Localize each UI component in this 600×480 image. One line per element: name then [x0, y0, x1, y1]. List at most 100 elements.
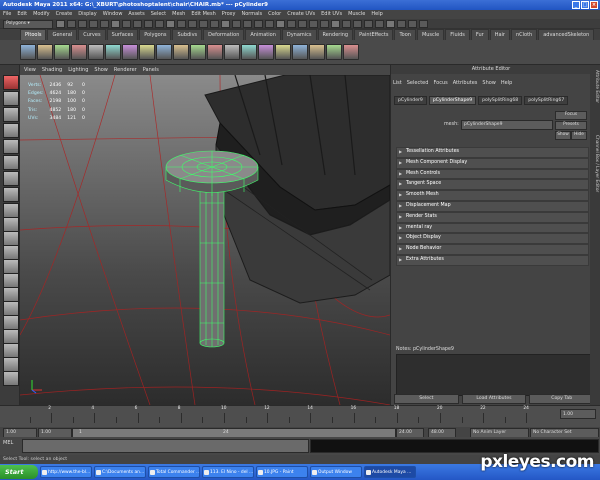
- menu-muscle[interactable]: Muscle: [348, 10, 365, 19]
- layout-four-icon[interactable]: [3, 231, 19, 246]
- taskbar-item-4[interactable]: 113. El Nino - del ...: [202, 466, 254, 478]
- viewport-menu-lighting[interactable]: Lighting: [68, 65, 88, 75]
- status-tool-icon[interactable]: [254, 20, 263, 28]
- status-tool-icon[interactable]: [287, 20, 296, 28]
- shelf-tool-icon[interactable]: [343, 44, 359, 60]
- shelf-tool-icon[interactable]: [20, 44, 36, 60]
- status-tool-icon[interactable]: [265, 20, 274, 28]
- status-tool-icon[interactable]: [144, 20, 153, 28]
- menu-proxy[interactable]: Proxy: [222, 10, 236, 19]
- close-icon[interactable]: ×: [590, 1, 598, 9]
- status-tool-icon[interactable]: [100, 20, 109, 28]
- ae-tab-pcylinder9[interactable]: pCylinder9: [394, 96, 427, 105]
- layout-outliner-icon[interactable]: [3, 273, 19, 288]
- perspective-viewport[interactable]: Verts: 2436 92 0 Edges: 4624 180 0 Faces: 2198 100…: [20, 75, 390, 405]
- section-smooth-mesh[interactable]: Smooth Mesh: [396, 190, 589, 201]
- viewport-menu-panels[interactable]: Panels: [143, 65, 159, 75]
- menu-edit-uvs[interactable]: Edit UVs: [321, 10, 342, 19]
- status-tool-icon[interactable]: [155, 20, 164, 28]
- time-slider[interactable]: 1.00 2 4 6 8 10 12 14 16 18 20 22 24: [0, 405, 600, 427]
- status-tool-icon[interactable]: [166, 20, 175, 28]
- maximize-icon[interactable]: □: [581, 1, 589, 9]
- section-node-behavior[interactable]: Node Behavior: [396, 244, 589, 255]
- shelf-tab-polygons[interactable]: Polygons: [139, 29, 172, 40]
- ae-menu-attributes[interactable]: Attributes: [453, 80, 478, 86]
- shelf-tool-icon[interactable]: [326, 44, 342, 60]
- ae-menu-focus[interactable]: Focus: [433, 80, 447, 86]
- section-render-stats[interactable]: Render Stats: [396, 211, 589, 223]
- shelf-tab-general[interactable]: General: [47, 29, 78, 40]
- status-tool-icon[interactable]: [243, 20, 252, 28]
- minimize-icon[interactable]: _: [572, 1, 580, 9]
- status-tool-icon[interactable]: [408, 20, 417, 28]
- presets-button[interactable]: Presets: [555, 121, 587, 130]
- ae-tab-polysplitring67[interactable]: polySplitRing67: [524, 96, 569, 105]
- shelf-tool-icon[interactable]: [190, 44, 206, 60]
- notes-textbox[interactable]: [396, 354, 591, 396]
- side-tab-attribute-editor[interactable]: Attribute Editor: [591, 70, 599, 103]
- menu-display[interactable]: Display: [78, 10, 96, 19]
- taskbar-item-3[interactable]: Total Commander ...: [148, 466, 200, 478]
- select-tool-icon[interactable]: [3, 75, 19, 90]
- shelf-tab-hair[interactable]: Hair: [489, 29, 510, 40]
- taskbar-item-5[interactable]: 10.JPG - Paint: [256, 466, 308, 478]
- side-tab-channel-box[interactable]: Channel Box / Layer Editor: [591, 135, 599, 192]
- status-tool-icon[interactable]: [210, 20, 219, 28]
- soft-mod-icon[interactable]: [3, 187, 19, 202]
- shelf-tool-icon[interactable]: [122, 44, 138, 60]
- status-tool-icon[interactable]: [320, 20, 329, 28]
- menu-set-dropdown[interactable]: Polygons ▾: [3, 20, 53, 29]
- status-tool-icon[interactable]: [221, 20, 230, 28]
- shelf-tool-icon[interactable]: [207, 44, 223, 60]
- shelf-tab-surfaces[interactable]: Surfaces: [106, 29, 139, 40]
- status-tool-icon[interactable]: [375, 20, 384, 28]
- viewport-menu-shading[interactable]: Shading: [42, 65, 62, 75]
- ae-tab-polysplitring68[interactable]: polySplitRing68: [478, 96, 523, 105]
- shelf-tool-icon[interactable]: [37, 44, 53, 60]
- shelf-tool-icon[interactable]: [292, 44, 308, 60]
- viewport-menu-view[interactable]: View: [24, 65, 36, 75]
- viewport-menu-show[interactable]: Show: [94, 65, 108, 75]
- taskbar-item-6[interactable]: Output Window: [310, 466, 362, 478]
- menu-window[interactable]: Window: [103, 10, 123, 19]
- paint-select-icon[interactable]: [3, 107, 19, 122]
- menu-color[interactable]: Color: [268, 10, 281, 19]
- menu-mesh[interactable]: Mesh: [172, 10, 185, 19]
- focus-button[interactable]: Focus: [555, 111, 587, 120]
- status-tool-icon[interactable]: [188, 20, 197, 28]
- shelf-tab-advancedskeleton[interactable]: advancedSkeleton: [538, 29, 595, 40]
- ae-tab-pcylindershape9[interactable]: pCylinderShape9: [428, 96, 477, 105]
- rotate-tool-icon[interactable]: [3, 139, 19, 154]
- status-tool-icon[interactable]: [67, 20, 76, 28]
- layout-graph-icon[interactable]: [3, 287, 19, 302]
- status-tool-icon[interactable]: [364, 20, 373, 28]
- shelf-tool-icon[interactable]: [275, 44, 291, 60]
- shelf-tool-icon[interactable]: [258, 44, 274, 60]
- menu-select[interactable]: Select: [151, 10, 166, 19]
- status-tool-icon[interactable]: [386, 20, 395, 28]
- layout-custom-icon[interactable]: [3, 357, 19, 372]
- status-tool-icon[interactable]: [298, 20, 307, 28]
- shelf-tab-painteffects[interactable]: PaintEffects: [354, 29, 394, 40]
- status-tool-icon[interactable]: [56, 20, 65, 28]
- status-tool-icon[interactable]: [419, 20, 428, 28]
- status-tool-icon[interactable]: [276, 20, 285, 28]
- layout-side-icon[interactable]: [3, 245, 19, 260]
- section-object-display[interactable]: Object Display: [396, 233, 589, 245]
- shelf-tool-icon[interactable]: [105, 44, 121, 60]
- status-tool-icon[interactable]: [309, 20, 318, 28]
- shelf-tab-ncloth[interactable]: nCloth: [510, 29, 538, 40]
- taskbar-item-7[interactable]: Autodesk Maya ...: [364, 466, 416, 478]
- menu-edit-mesh[interactable]: Edit Mesh: [191, 10, 215, 19]
- last-tool-icon[interactable]: [3, 203, 19, 218]
- section-mental-ray[interactable]: mental ray: [396, 222, 589, 234]
- shelf-tab-muscle[interactable]: Muscle: [416, 29, 445, 40]
- taskbar-item-2[interactable]: C:\Documents an...: [94, 466, 146, 478]
- menu-create[interactable]: Create: [56, 10, 73, 19]
- layout-hypershade-icon[interactable]: [3, 301, 19, 316]
- section-mesh-controls[interactable]: Mesh Controls: [396, 168, 589, 180]
- status-tool-icon[interactable]: [89, 20, 98, 28]
- shelf-tab-dynamics[interactable]: Dynamics: [281, 29, 317, 40]
- show-button[interactable]: Show: [555, 131, 571, 140]
- status-tool-icon[interactable]: [342, 20, 351, 28]
